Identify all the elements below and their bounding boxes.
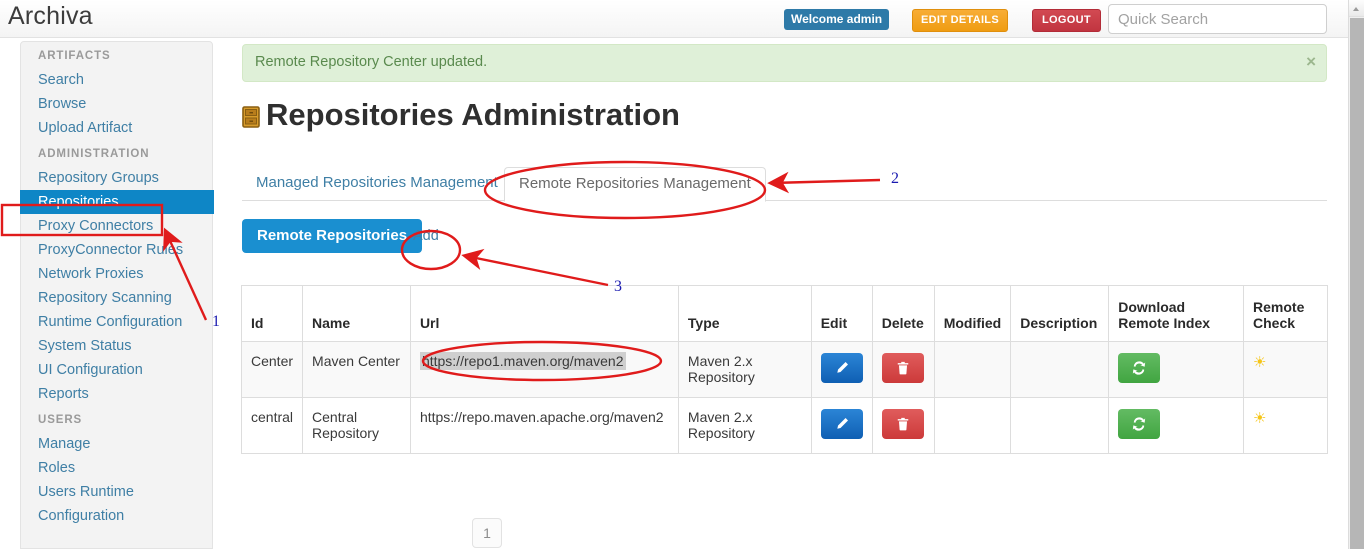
cell-type: Maven 2.x Repository: [677, 341, 812, 398]
tab-remote-repositories[interactable]: Remote Repositories Management: [504, 167, 766, 202]
tab-managed-repositories[interactable]: Managed Repositories Management: [242, 167, 512, 199]
sidebar-item-upload-artifact[interactable]: Upload Artifact: [21, 116, 212, 140]
cell-download-index[interactable]: [1108, 341, 1245, 398]
trash-icon[interactable]: [881, 409, 924, 439]
column-header: Id: [240, 285, 304, 342]
column-header: Type: [677, 285, 812, 342]
sidebar-heading: USERS: [38, 414, 83, 426]
cell-description: [1010, 397, 1110, 454]
cell-remote-check[interactable]: ☀: [1243, 397, 1328, 454]
cell-type: Maven 2.x Repository: [677, 397, 812, 454]
cell-description: [1010, 341, 1110, 398]
cell-name: Central Repository: [302, 397, 411, 454]
cell-edit[interactable]: [810, 341, 873, 398]
sidebar-item-system-status[interactable]: System Status: [21, 334, 212, 358]
sidebar-item-proxyconnector-rules[interactable]: ProxyConnector Rules: [21, 238, 212, 262]
pagination-page-1[interactable]: 1: [472, 518, 502, 548]
url-text: https://repo1.maven.org/maven2: [419, 352, 626, 370]
column-header: Modified: [933, 285, 1012, 342]
column-header: Url: [409, 285, 679, 342]
table-header-row: Id Name Url Type Edit Delete Modified Descripti…: [240, 285, 1328, 342]
cell-remote-check[interactable]: ☀: [1243, 341, 1328, 398]
column-header: Edit: [810, 285, 873, 342]
page-scrollbar[interactable]: [1348, 0, 1364, 549]
pencil-icon[interactable]: [820, 409, 863, 439]
logout-button[interactable]: LOGOUT: [1032, 9, 1101, 32]
sidebar-item-proxy-connectors[interactable]: Proxy Connectors: [21, 214, 212, 238]
refresh-icon[interactable]: [1118, 409, 1161, 439]
sidebar-item-repositories[interactable]: Repositories: [20, 190, 214, 214]
sidebar-item-roles[interactable]: Roles: [21, 456, 212, 480]
main-content: Remote Repository Center updated. × Repo…: [228, 41, 1334, 549]
sidebar-item-runtime-configuration[interactable]: Runtime Configuration: [21, 310, 212, 334]
sidebar-item-manage[interactable]: Manage: [21, 432, 212, 456]
sidebar-item-search[interactable]: Search: [21, 68, 212, 92]
sidebar-item-browse[interactable]: Browse: [21, 92, 212, 116]
column-header: Remote Check: [1243, 285, 1328, 342]
top-bar: Archiva Welcome admin EDIT DETAILS LOGOU…: [0, 0, 1348, 38]
close-icon[interactable]: ×: [1306, 53, 1316, 70]
table-row: central Central Repository https://repo.ma…: [240, 397, 1328, 454]
sidebar-item-reports[interactable]: Reports: [21, 382, 212, 406]
sidebar-heading: ARTIFACTS: [38, 50, 111, 62]
filing-cabinet-icon: [242, 100, 260, 128]
cell-id: Center: [240, 341, 304, 398]
refresh-icon[interactable]: [1118, 353, 1161, 383]
annotation-marker-1: 1: [212, 313, 220, 330]
cell-url: https://repo.maven.apache.org/maven2: [409, 397, 679, 454]
welcome-badge: Welcome admin: [784, 9, 890, 30]
sidebar: ARTIFACTS Search Browse Upload Artifact ADMI…: [20, 41, 214, 549]
cell-modified: [933, 341, 1012, 398]
sun-icon[interactable]: ☀: [1253, 410, 1266, 427]
url-text: https://repo.maven.apache.org/maven2: [419, 409, 664, 425]
trash-icon[interactable]: [881, 353, 924, 383]
cell-edit[interactable]: [810, 397, 873, 454]
sidebar-item-repository-scanning[interactable]: Repository Scanning: [21, 286, 212, 310]
page-title: Repositories Administration: [242, 97, 680, 133]
sidebar-item-network-proxies[interactable]: Network Proxies: [21, 262, 212, 286]
cell-url: https://repo1.maven.org/maven2: [409, 341, 679, 398]
table-row: Center Maven Center https://repo1.maven.or…: [240, 341, 1328, 398]
add-link[interactable]: Add: [413, 228, 439, 244]
sidebar-item-configuration[interactable]: Configuration: [21, 504, 212, 528]
page-title-text: Repositories Administration: [266, 97, 680, 132]
scroll-up-arrow-icon[interactable]: [1349, 0, 1364, 17]
sun-icon[interactable]: ☀: [1253, 354, 1266, 371]
column-header: Description: [1010, 285, 1110, 342]
scrollbar-thumb[interactable]: [1350, 18, 1364, 549]
column-header: Name: [302, 285, 411, 342]
sidebar-heading: ADMINISTRATION: [38, 148, 150, 160]
sidebar-item-ui-configuration[interactable]: UI Configuration: [21, 358, 212, 382]
cell-delete[interactable]: [871, 341, 935, 398]
cell-download-index[interactable]: [1108, 397, 1245, 454]
column-header: Download Remote Index: [1108, 285, 1245, 342]
edit-details-button[interactable]: EDIT DETAILS: [912, 9, 1008, 32]
cell-id: central: [240, 397, 304, 454]
sidebar-item-users-runtime[interactable]: Users Runtime: [21, 480, 212, 504]
cell-name: Maven Center: [302, 341, 411, 398]
sidebar-item-repository-groups[interactable]: Repository Groups: [21, 166, 212, 190]
alert-message: Remote Repository Center updated.: [255, 54, 488, 70]
cell-modified: [933, 397, 1012, 454]
remote-repositories-table: Id Name Url Type Edit Delete Modified Descripti…: [240, 285, 1328, 454]
app-brand: Archiva: [8, 2, 93, 30]
pencil-icon[interactable]: [820, 353, 863, 383]
column-header: Delete: [871, 285, 935, 342]
cell-delete[interactable]: [871, 397, 935, 454]
quick-search-input[interactable]: [1108, 4, 1327, 34]
remote-repositories-button[interactable]: Remote Repositories: [242, 219, 423, 253]
status-alert: Remote Repository Center updated. ×: [242, 44, 1327, 82]
tab-bar: Managed Repositories Management Remote Re…: [242, 167, 1327, 202]
